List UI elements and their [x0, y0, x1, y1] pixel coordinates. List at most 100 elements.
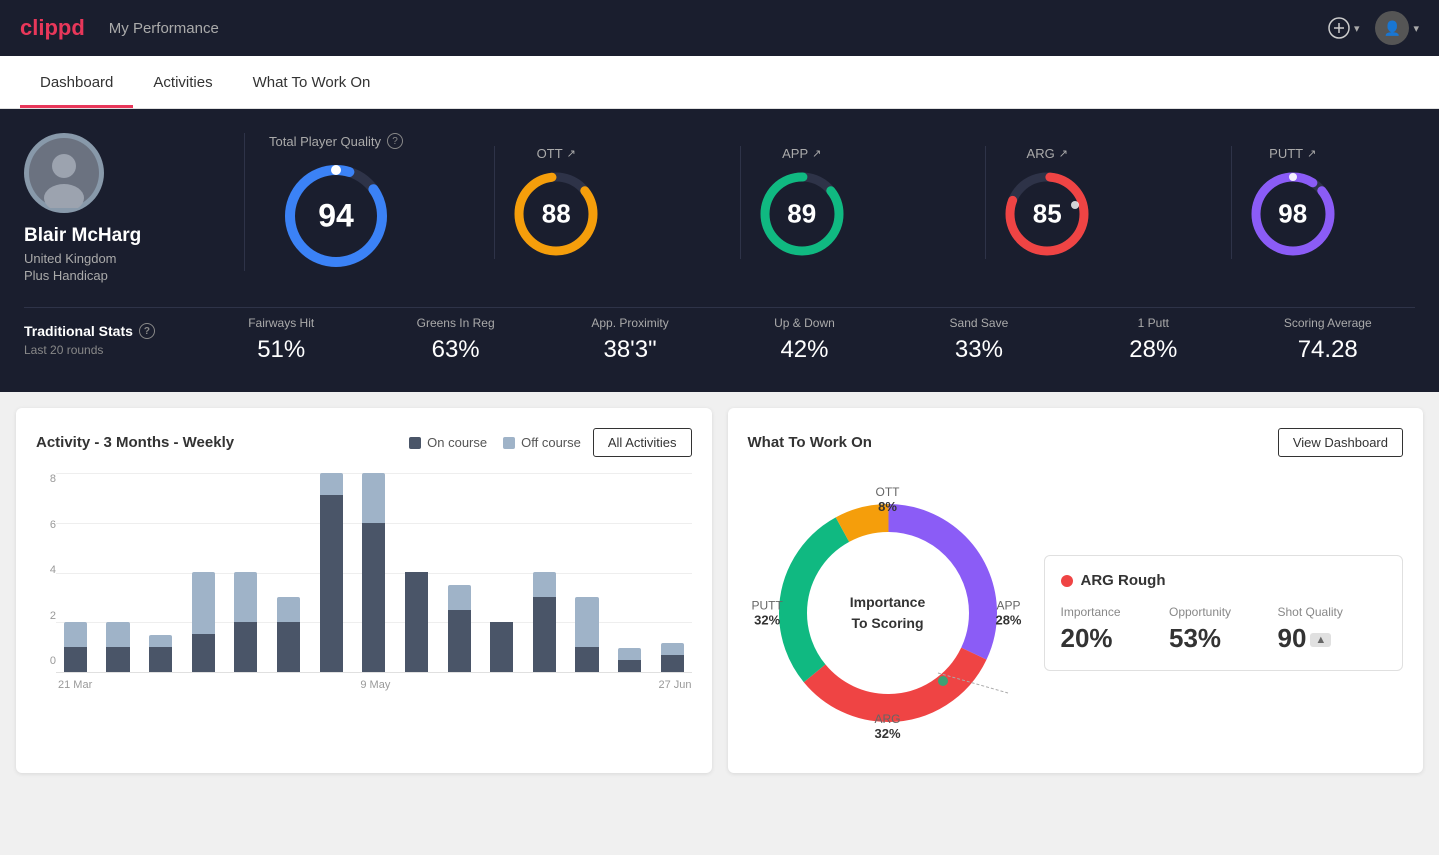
bar-5-on	[277, 622, 300, 672]
stat-up-down: Up & Down 42%	[717, 316, 891, 364]
app-label: APP ↗	[782, 146, 821, 161]
putt-segment-label: PUTT 32%	[752, 599, 783, 628]
bar-9-on	[448, 610, 471, 672]
donut-chart-container: ImportanceTo Scoring OTT 8% APP 28% ARG …	[748, 473, 1028, 753]
arg-segment-label: ARG 32%	[874, 712, 900, 741]
sub-score-ott: OTT ↗ 88	[494, 146, 617, 259]
player-info: Blair McHarg United Kingdom Plus Handica…	[24, 133, 244, 283]
bar-1-off	[106, 622, 129, 647]
sub-score-app: APP ↗ 89	[740, 146, 863, 259]
bar-0-off	[64, 622, 87, 647]
bar-4-off	[234, 572, 257, 622]
bottom-row: Activity - 3 Months - Weekly On course O…	[0, 392, 1439, 789]
bar-13-on	[618, 660, 641, 672]
sub-score-arg: ARG ↗ 85	[985, 146, 1108, 259]
bar-7-on	[362, 523, 385, 672]
stat-scoring-average: Scoring Average 74.28	[1241, 316, 1415, 364]
arg-ring: 85	[1002, 169, 1092, 259]
bar-10-on	[490, 622, 513, 672]
bar-2-off	[149, 635, 172, 647]
bar-11-on	[533, 597, 556, 672]
logo: clippd	[20, 15, 85, 41]
donut-center-label: ImportanceTo Scoring	[850, 592, 925, 634]
activity-card: Activity - 3 Months - Weekly On course O…	[16, 408, 712, 773]
ott-ring: 88	[511, 169, 601, 259]
putt-value: 98	[1278, 198, 1307, 229]
putt-ring: 98	[1248, 169, 1338, 259]
wtwon-header: What To Work On View Dashboard	[748, 428, 1404, 457]
quality-label: Total Player Quality ?	[269, 133, 403, 149]
trad-help-icon[interactable]: ?	[139, 323, 155, 339]
app-segment-label: APP 28%	[995, 599, 1021, 628]
x-label-jun: 27 Jun	[658, 679, 691, 691]
nav-tabs: Dashboard Activities What To Work On	[0, 56, 1439, 109]
view-dashboard-button[interactable]: View Dashboard	[1278, 428, 1403, 457]
tab-dashboard[interactable]: Dashboard	[20, 56, 133, 108]
trad-title: Traditional Stats ?	[24, 323, 194, 339]
traditional-stats: Traditional Stats ? Last 20 rounds Fairw…	[24, 307, 1415, 364]
bar-13	[610, 473, 649, 672]
bar-3-off	[192, 572, 215, 634]
bar-6-off	[320, 473, 343, 495]
add-chevron: ▾	[1354, 22, 1360, 35]
stat-greens-in-reg: Greens In Reg 63%	[368, 316, 542, 364]
add-button[interactable]: ▾	[1328, 17, 1360, 39]
arg-value: 85	[1033, 198, 1062, 229]
header-actions: ▾ 👤 ▾	[1328, 11, 1419, 45]
bar-2	[141, 473, 180, 672]
player-name: Blair McHarg	[24, 225, 141, 247]
bar-6-on	[320, 495, 343, 672]
bar-4-on	[234, 622, 257, 672]
user-chevron: ▾	[1413, 22, 1419, 35]
player-country: United Kingdom	[24, 251, 117, 266]
user-menu-button[interactable]: 👤 ▾	[1375, 11, 1419, 45]
x-label-may: 9 May	[360, 679, 390, 691]
stat-1-putt: 1 Putt 28%	[1066, 316, 1240, 364]
arg-arrow: ↗	[1059, 147, 1068, 160]
bar-9	[440, 473, 479, 672]
bar-chart	[56, 473, 692, 673]
arg-rough-title: ARG Rough	[1061, 572, 1387, 589]
bar-4	[227, 473, 266, 672]
quality-main: Total Player Quality ? 94	[269, 133, 433, 271]
bar-13-off	[618, 648, 641, 660]
player-photo	[29, 138, 99, 208]
bar-6	[312, 473, 351, 672]
stat-app-proximity: App. Proximity 38'3"	[543, 316, 717, 364]
ott-segment-label: OTT 8%	[876, 485, 900, 514]
quality-help-icon[interactable]: ?	[387, 133, 403, 149]
bar-8	[397, 473, 436, 672]
trad-subtitle: Last 20 rounds	[24, 343, 194, 357]
stat-sand-save: Sand Save 33%	[892, 316, 1066, 364]
stat-fairways-hit: Fairways Hit 51%	[194, 316, 368, 364]
activity-legend: On course Off course	[409, 435, 581, 450]
bar-5	[269, 473, 308, 672]
plus-circle-icon	[1328, 17, 1350, 39]
quality-main-value: 94	[318, 198, 354, 235]
app-value: 89	[787, 198, 816, 229]
activity-chart-title: Activity - 3 Months - Weekly	[36, 434, 409, 451]
quality-main-ring: 94	[281, 161, 391, 271]
bar-7-off	[362, 473, 385, 523]
shot-quality-metric: Shot Quality 90▲	[1278, 605, 1387, 654]
ott-label: OTT ↗	[537, 146, 576, 161]
bar-3	[184, 473, 223, 672]
importance-metric: Importance 20%	[1061, 605, 1170, 654]
arg-rough-info-card: ARG Rough Importance 20% Opportunity 53%…	[1044, 555, 1404, 671]
bar-14-off	[661, 643, 684, 655]
shot-quality-badge: ▲	[1310, 633, 1331, 647]
tab-activities[interactable]: Activities	[133, 56, 232, 108]
off-course-dot	[503, 437, 515, 449]
all-activities-button[interactable]: All Activities	[593, 428, 692, 457]
bar-7	[354, 473, 393, 672]
ott-arrow: ↗	[567, 147, 576, 160]
bar-11-off	[533, 572, 556, 597]
sub-score-putt: PUTT ↗ 98	[1231, 146, 1354, 259]
bar-chart-wrapper: 8 6 4 2 0	[36, 473, 692, 691]
putt-label: PUTT ↗	[1269, 146, 1316, 161]
tab-what-to-work-on[interactable]: What To Work On	[233, 56, 391, 108]
arg-dot	[1061, 575, 1073, 587]
wtwon-content: ImportanceTo Scoring OTT 8% APP 28% ARG …	[748, 473, 1404, 753]
what-to-work-on-card: What To Work On View Dashboard	[728, 408, 1424, 773]
bar-1-on	[106, 647, 129, 672]
